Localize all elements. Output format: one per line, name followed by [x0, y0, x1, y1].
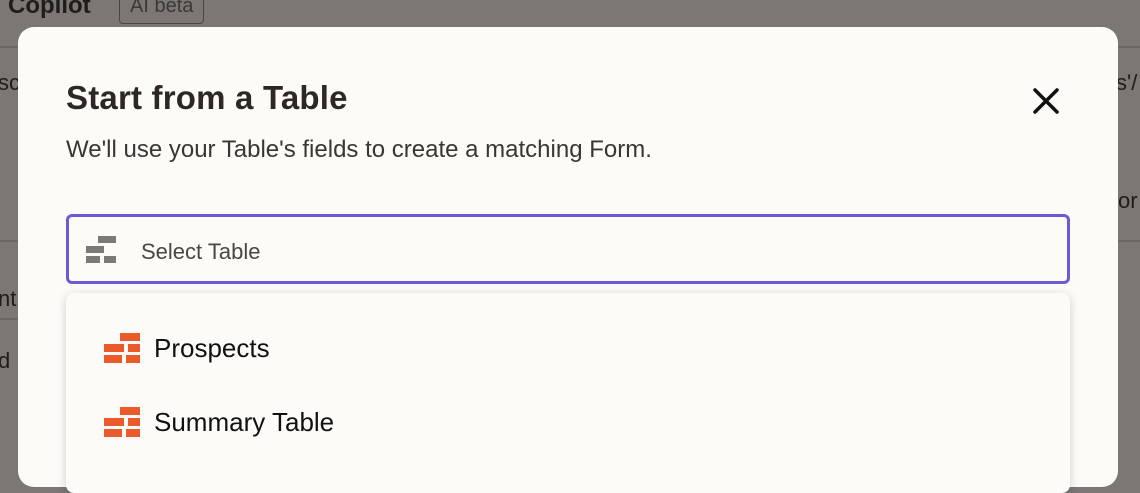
table-icon [104, 407, 140, 437]
background-divider [1118, 240, 1140, 242]
option-summary-table[interactable]: Summary Table [66, 387, 1070, 457]
option-label: Summary Table [154, 407, 335, 437]
table-icon [104, 333, 140, 363]
background-divider [0, 318, 18, 320]
background-fragment: nt [0, 286, 17, 311]
modal-subtitle: We'll use your Table's fields to create … [66, 136, 652, 163]
close-button[interactable] [1030, 85, 1062, 117]
app-title: Copilot [8, 0, 91, 19]
table-dropdown-list: Prospects Summary Table [66, 293, 1070, 493]
modal-title: Start from a Table [66, 79, 348, 116]
background-fragment: sc [0, 70, 20, 95]
ai-beta-badge: AI beta [119, 0, 205, 24]
select-table-input[interactable]: Select Table [66, 214, 1070, 284]
option-label: Prospects [154, 333, 270, 363]
background-divider [0, 240, 18, 242]
option-prospects[interactable]: Prospects [66, 313, 1070, 383]
close-icon [1033, 88, 1059, 114]
select-placeholder: Select Table [141, 239, 261, 264]
background-fragment: or [1118, 188, 1138, 213]
table-icon [86, 236, 116, 263]
start-from-table-modal: Start from a Table We'll use your Table'… [18, 27, 1118, 493]
background-fragment: d [0, 348, 11, 373]
background-fragment: s'/ [1116, 70, 1138, 95]
